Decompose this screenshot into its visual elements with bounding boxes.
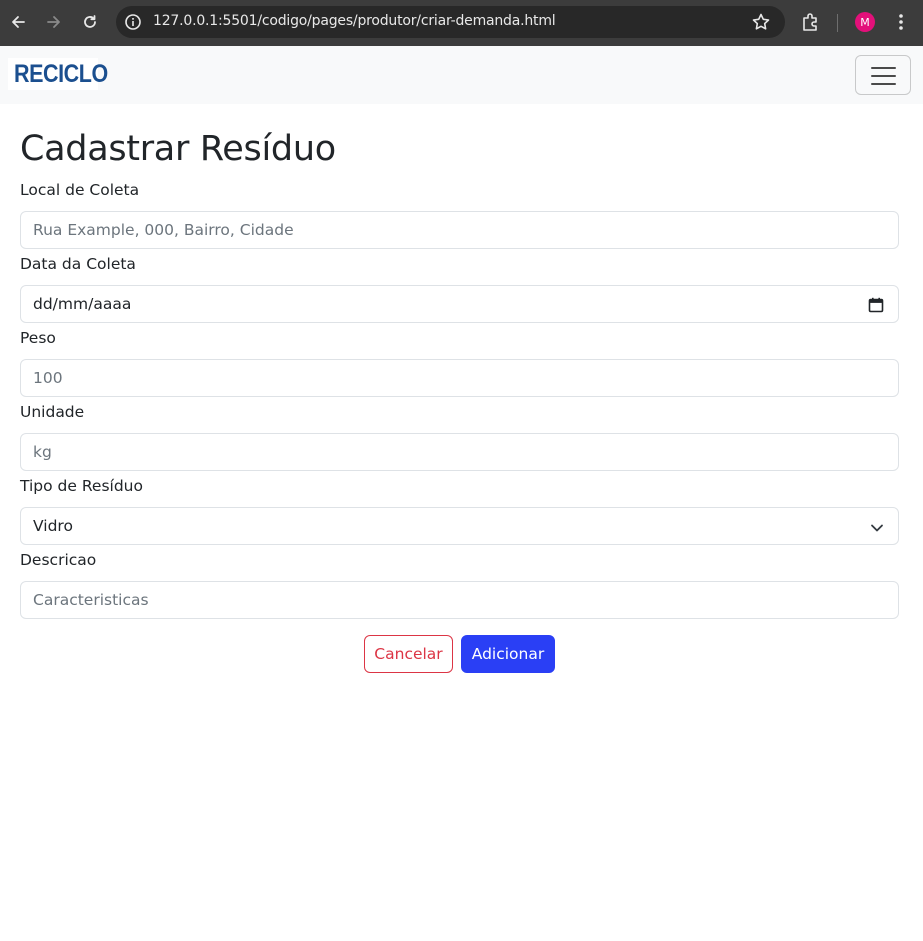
toolbar-divider: [837, 14, 838, 32]
url-text: 127.0.0.1:5501/codigo/pages/produtor/cri…: [153, 13, 556, 29]
logo-text: RECICLO: [14, 60, 108, 88]
descricao-label: Descricao: [20, 551, 97, 569]
reload-icon[interactable]: [78, 10, 102, 34]
tipo-label: Tipo de Resíduo: [20, 477, 143, 495]
cancel-button[interactable]: Cancelar: [364, 635, 453, 673]
brand-logo[interactable]: RECICLO: [8, 58, 108, 90]
data-label: Data da Coleta: [20, 255, 136, 273]
hamburger-menu-icon: [871, 67, 896, 69]
site-navbar: RECICLO: [0, 46, 923, 104]
unidade-input[interactable]: kg: [20, 433, 899, 471]
unidade-placeholder: kg: [33, 443, 52, 461]
forward-arrow-icon[interactable]: [42, 10, 66, 34]
back-arrow-icon[interactable]: [6, 10, 30, 34]
calendar-icon[interactable]: [868, 297, 884, 313]
local-input[interactable]: Rua Example, 000, Bairro, Cidade: [20, 211, 899, 249]
navbar-toggler-button[interactable]: [855, 55, 911, 95]
hamburger-menu-icon: [871, 83, 896, 85]
date-value: dd/mm/aaaa: [33, 295, 132, 313]
extensions-icon[interactable]: [800, 11, 822, 33]
date-input[interactable]: dd/mm/aaaa: [20, 285, 899, 323]
descricao-input[interactable]: Caracteristicas: [20, 581, 899, 619]
hamburger-menu-icon: [871, 75, 896, 77]
peso-input[interactable]: 100: [20, 359, 899, 397]
tipo-select[interactable]: Vidro: [20, 507, 899, 545]
tipo-selected-value: Vidro: [33, 517, 73, 535]
browser-toolbar: 127.0.0.1:5501/codigo/pages/produtor/cri…: [0, 0, 923, 46]
site-info-icon[interactable]: [124, 13, 142, 31]
peso-placeholder: 100: [33, 369, 63, 387]
local-label: Local de Coleta: [20, 181, 140, 199]
descricao-placeholder: Caracteristicas: [33, 591, 149, 609]
local-placeholder: Rua Example, 000, Bairro, Cidade: [33, 221, 294, 239]
profile-avatar[interactable]: M: [855, 12, 875, 32]
bookmark-star-icon[interactable]: [751, 12, 771, 32]
kebab-menu-icon[interactable]: [892, 11, 910, 33]
add-button[interactable]: Adicionar: [461, 635, 555, 673]
unidade-label: Unidade: [20, 403, 85, 421]
address-bar[interactable]: 127.0.0.1:5501/codigo/pages/produtor/cri…: [116, 6, 785, 38]
peso-label: Peso: [20, 329, 56, 347]
page-title: Cadastrar Resíduo: [20, 129, 336, 169]
chevron-down-icon: [870, 520, 884, 534]
